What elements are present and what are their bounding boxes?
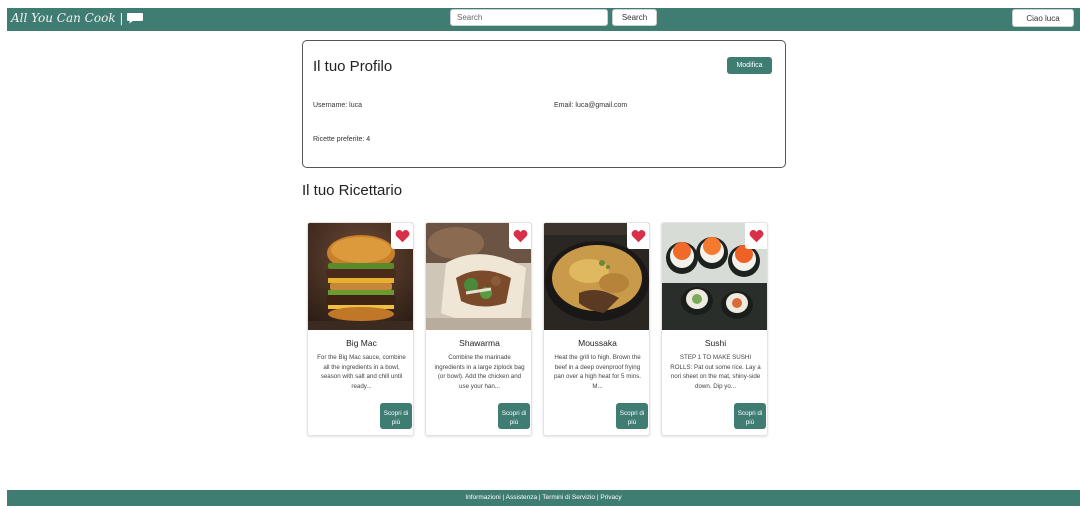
discover-more-button[interactable]: Scopri di più bbox=[498, 403, 530, 429]
recipe-description: STEP 1 TO MAKE SUSHI ROLLS: Pat out some… bbox=[670, 354, 761, 390]
footer-links: Informazioni | Assistenza | Termini di S… bbox=[7, 494, 1080, 501]
recipe-name: Moussaka bbox=[578, 338, 617, 348]
recipe-name: Sushi bbox=[704, 338, 727, 348]
username-field: Username: luca bbox=[313, 102, 363, 109]
heart-icon bbox=[631, 229, 645, 243]
favorite-button[interactable] bbox=[627, 223, 649, 249]
recipe-name: Big Mac bbox=[346, 338, 377, 348]
heart-icon bbox=[513, 229, 527, 243]
discover-more-button[interactable]: Scopri di più bbox=[616, 403, 648, 429]
top-navbar: All You Can Cook | Search Ciao luca bbox=[7, 8, 1080, 31]
favorite-button[interactable] bbox=[509, 223, 531, 249]
recipe-card-moussaka: Moussaka Heat the grill to high. Brown t… bbox=[543, 222, 650, 436]
chat-bubble-icon bbox=[127, 13, 144, 24]
discover-more-button[interactable]: Scopri di più bbox=[734, 403, 766, 429]
brand-logo[interactable]: All You Can Cook | bbox=[11, 11, 144, 25]
footer-link-terms[interactable]: Termini di Servizio bbox=[542, 494, 595, 501]
cookbook-title: Il tuo Ricettario bbox=[302, 182, 403, 199]
favorites-count: Ricette preferite: 4 bbox=[313, 136, 371, 143]
email-field: Email: luca@gmail.com bbox=[554, 102, 628, 109]
recipe-description: Combine the marinade ingredients in a la… bbox=[434, 354, 525, 390]
footer: Informazioni | Assistenza | Termini di S… bbox=[7, 490, 1080, 506]
footer-link-info[interactable]: Informazioni bbox=[465, 494, 500, 501]
search-input[interactable] bbox=[450, 9, 608, 26]
brand-name: All You Can Cook | bbox=[11, 11, 124, 25]
profile-card: Il tuo Profilo Modifica Username: luca E… bbox=[302, 40, 786, 168]
user-menu-button[interactable]: Ciao luca bbox=[1012, 9, 1074, 27]
favorite-button[interactable] bbox=[745, 223, 767, 249]
recipe-card-sushi: Sushi STEP 1 TO MAKE SUSHI ROLLS: Pat ou… bbox=[661, 222, 768, 436]
heart-icon bbox=[749, 229, 763, 243]
heart-icon bbox=[395, 229, 409, 243]
recipe-card-shawarma: Shawarma Combine the marinade ingredient… bbox=[425, 222, 532, 436]
recipe-description: Heat the grill to high. Brown the beef i… bbox=[553, 354, 642, 390]
favorite-button[interactable] bbox=[391, 223, 413, 249]
edit-profile-button[interactable]: Modifica bbox=[727, 57, 772, 74]
recipe-name: Shawarma bbox=[459, 338, 500, 348]
search-button[interactable]: Search bbox=[612, 9, 657, 26]
recipe-description: For the Big Mac sauce, combine all the i… bbox=[317, 354, 406, 390]
recipe-card-big-mac: Big Mac For the Big Mac sauce, combine a… bbox=[307, 222, 414, 436]
footer-link-help[interactable]: Assistenza bbox=[506, 494, 537, 501]
footer-link-privacy[interactable]: Privacy bbox=[600, 494, 621, 501]
profile-title: Il tuo Profilo bbox=[313, 58, 393, 75]
discover-more-button[interactable]: Scopri di più bbox=[380, 403, 412, 429]
